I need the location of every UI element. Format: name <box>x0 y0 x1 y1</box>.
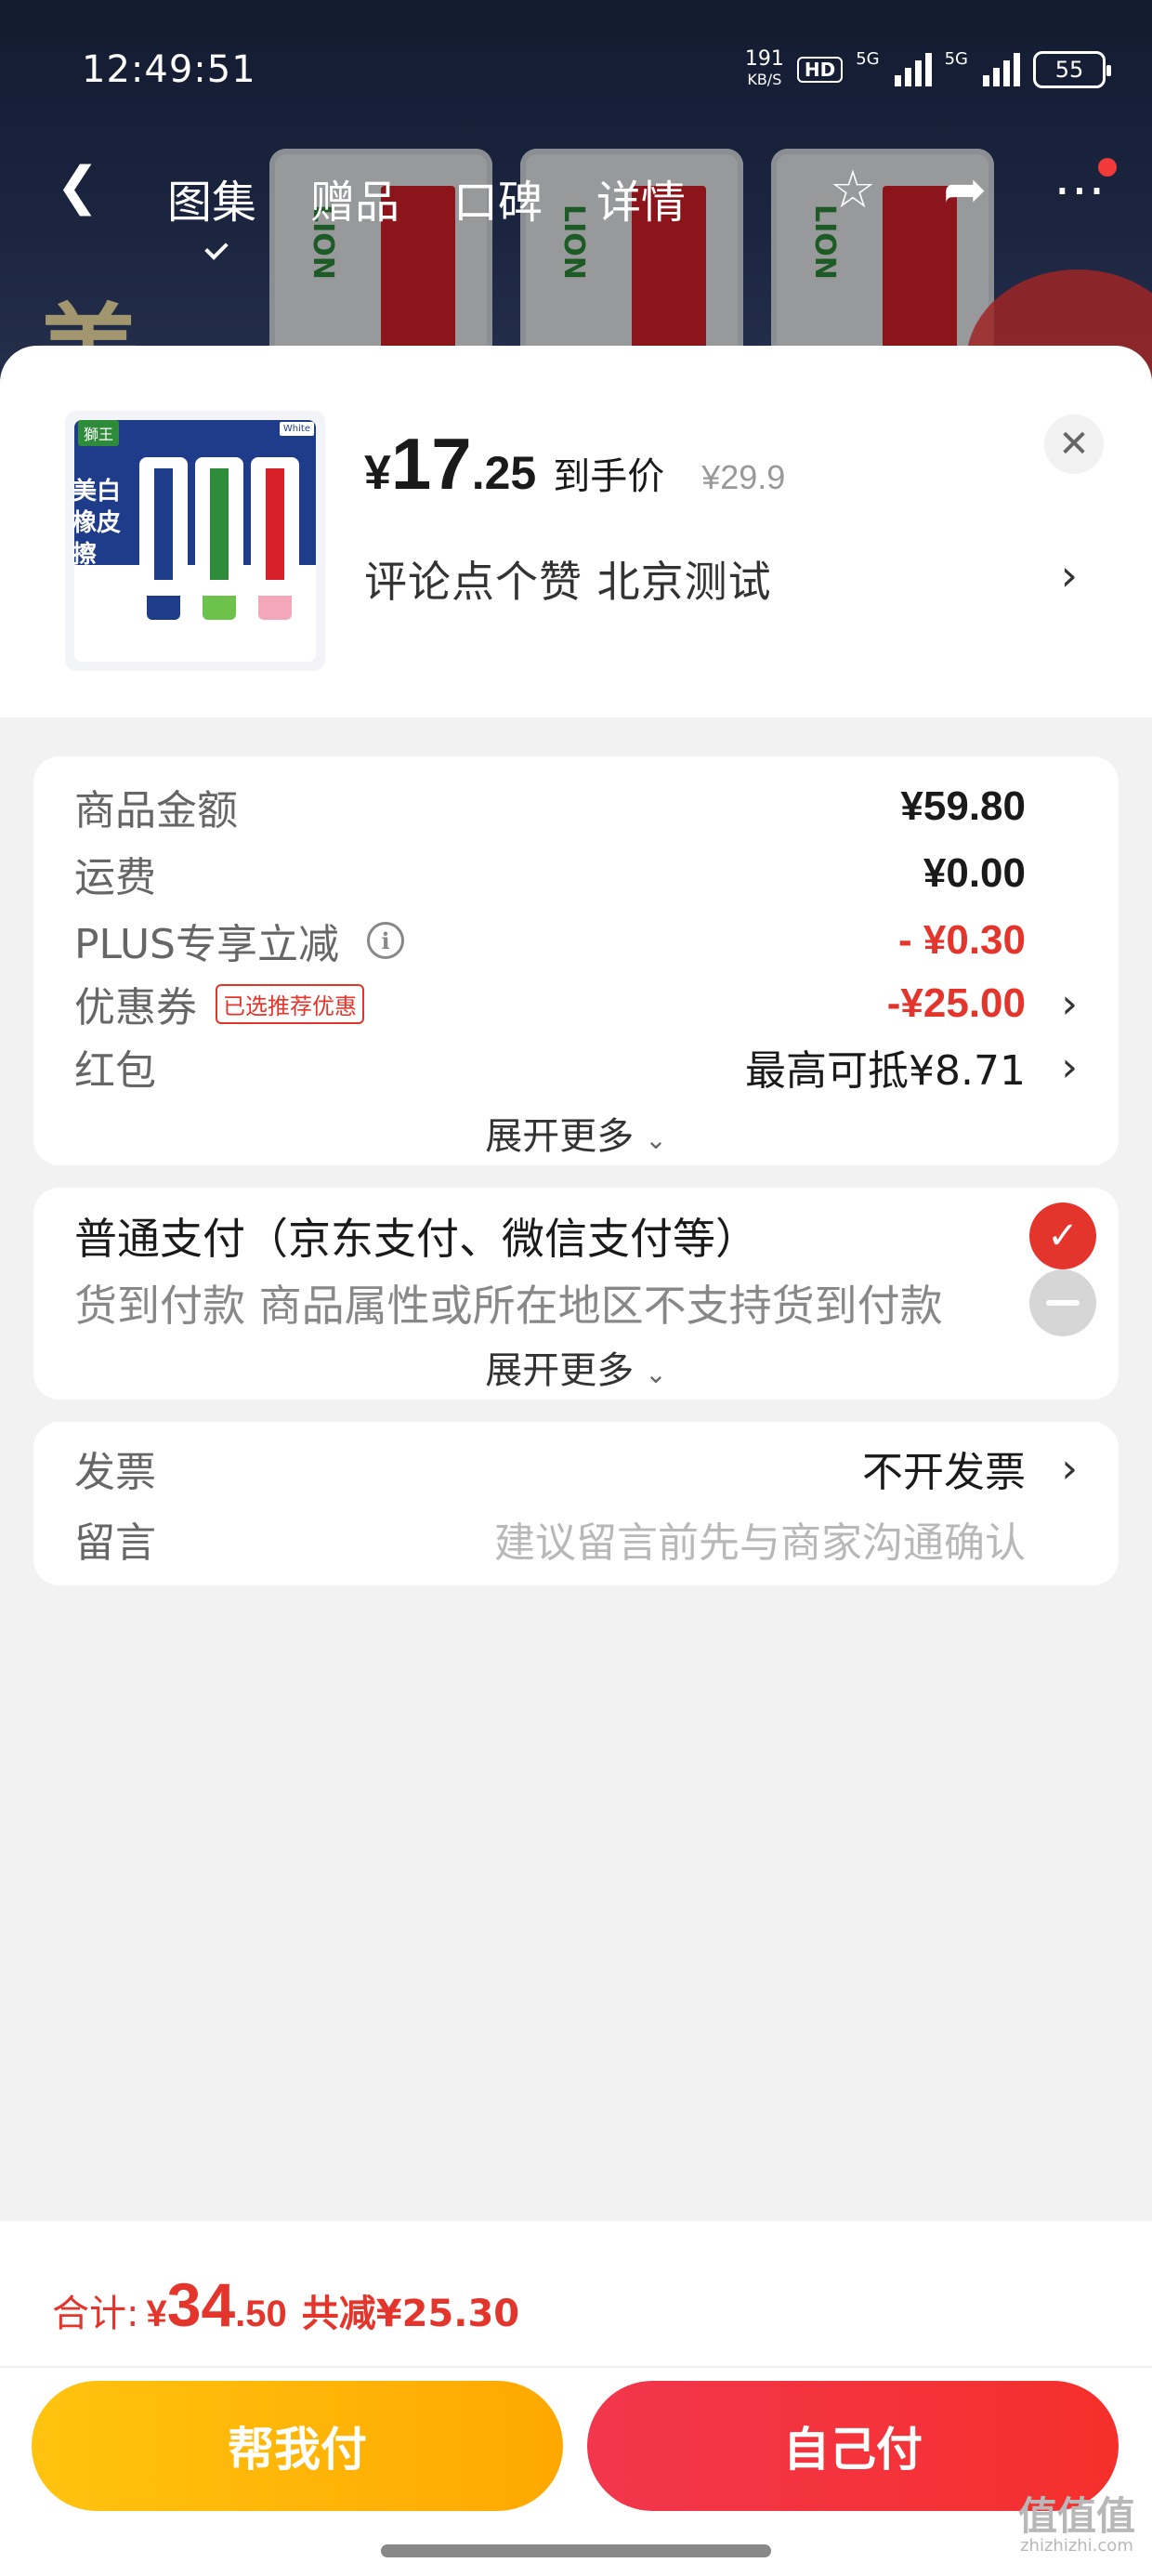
invoice-row[interactable]: 发票 不开发票 › <box>74 1431 1078 1505</box>
nav-tabs: 图集 赠品 口碑 详情 <box>167 165 686 230</box>
summary-row-red-packet[interactable]: 红包 最高可抵¥8.71 › <box>74 1030 1078 1104</box>
back-arrow-icon[interactable]: ❮ <box>56 156 99 217</box>
total-discount: 共减¥25.30 <box>301 2293 520 2335</box>
order-total: 合计: ¥ 34 .50 共减¥25.30 <box>52 2270 520 2339</box>
hd-icon: HD <box>796 57 844 83</box>
product-thumbnail[interactable]: 獅王 White 美白橡皮擦 <box>65 411 325 671</box>
coupon-badge: 已选推荐优惠 <box>216 983 364 1024</box>
note-input[interactable]: 建议留言前先与商家沟通确认 <box>494 1509 1026 1569</box>
product-brand-mark: White <box>279 422 314 436</box>
chevron-right-icon[interactable]: › <box>1061 550 1078 600</box>
chevron-right-icon: › <box>1061 1043 1078 1091</box>
payment-option-cod: 货到付款 商品属性或所在地区不支持货到付款 <box>74 1266 1096 1340</box>
battery-icon: 55 <box>1033 51 1111 88</box>
help-me-pay-button[interactable]: 帮我付 <box>32 2381 563 2511</box>
product-tag: 美白橡皮擦 <box>72 478 122 569</box>
chevron-down-icon: ⌄ <box>645 1359 667 1389</box>
price-summary-card: 商品金额 ¥59.80 运费 ¥0.00 PLUS专享立减 i - ¥0.30 优… <box>33 756 1119 1165</box>
expand-more-button[interactable]: 展开更多 ⌄ <box>33 1340 1119 1394</box>
status-time: 12:49:51 <box>82 48 256 91</box>
close-button[interactable]: ✕ <box>1044 414 1104 474</box>
final-price: ¥ 17 .25 到手价 ¥29.9 <box>364 423 786 505</box>
more-icon[interactable]: ⋯ <box>1054 158 1117 220</box>
info-icon[interactable]: i <box>367 922 404 959</box>
tab-gifts[interactable]: 赠品 <box>310 165 399 230</box>
nav-actions: ☆ ➦ ⋯ <box>830 158 1117 220</box>
divider <box>0 2366 1152 2368</box>
close-icon: ✕ <box>1058 423 1090 466</box>
tab-reviews[interactable]: 口碑 <box>453 165 543 230</box>
final-price-label: 到手价 <box>553 455 665 498</box>
payment-option-standard[interactable]: 普通支付（京东支付、微信支付等） ✓ <box>74 1199 1096 1273</box>
share-icon[interactable]: ➦ <box>943 160 987 220</box>
signal-icon <box>983 53 1020 86</box>
summary-row-goods: 商品金额 ¥59.80 <box>74 783 1026 835</box>
original-price: ¥29.9 <box>701 458 786 496</box>
chevron-down-icon: ⌄ <box>645 1124 667 1155</box>
product-nav-bar: ❮ 图集 赠品 口碑 详情 ☆ ➦ ⋯ <box>0 139 1152 242</box>
invoice-note-card: 发票 不开发票 › 留言 建议留言前先与商家沟通确认 <box>33 1422 1119 1585</box>
chevron-right-icon: › <box>1061 1444 1078 1492</box>
home-indicator[interactable] <box>381 2544 771 2557</box>
expand-more-button[interactable]: 展开更多 ⌄ <box>33 1106 1119 1160</box>
tab-gallery[interactable]: 图集 <box>167 165 256 230</box>
summary-row-shipping: 运费 ¥0.00 <box>74 850 1026 901</box>
status-icons: 191 KB/S HD 5G 5G 55 <box>744 47 1111 90</box>
network-speed: 191 KB/S <box>744 47 784 89</box>
chevron-right-icon: › <box>1061 979 1078 1028</box>
disabled-radio-icon <box>1029 1269 1096 1336</box>
signal-icon <box>894 53 932 86</box>
watermark-logo: 值值值 zhizhizhi.com <box>1017 2493 1135 2556</box>
notification-dot <box>1098 158 1117 177</box>
checkmark-icon[interactable]: ✓ <box>1029 1203 1096 1269</box>
payment-method-card: 普通支付（京东支付、微信支付等） ✓ 货到付款 商品属性或所在地区不支持货到付款… <box>33 1188 1119 1400</box>
status-bar: 12:49:51 191 KB/S HD 5G 5G 55 <box>0 37 1152 102</box>
checkout-footer: 合计: ¥ 34 .50 共减¥25.30 帮我付 自己付 值值值 zhizhi… <box>0 2221 1152 2576</box>
product-brand: 獅王 <box>78 420 120 446</box>
pay-myself-button[interactable]: 自己付 <box>587 2381 1119 2511</box>
star-icon[interactable]: ☆ <box>830 160 876 220</box>
tab-details[interactable]: 详情 <box>596 165 686 230</box>
sheet-product-header: 獅王 White 美白橡皮擦 ¥ 17 .25 到手价 ¥29.9 评论点个赞 … <box>0 346 1152 717</box>
note-row[interactable]: 留言 建议留言前先与商家沟通确认 <box>74 1502 1078 1576</box>
selected-spec[interactable]: 评论点个赞 北京测试 <box>364 548 772 610</box>
